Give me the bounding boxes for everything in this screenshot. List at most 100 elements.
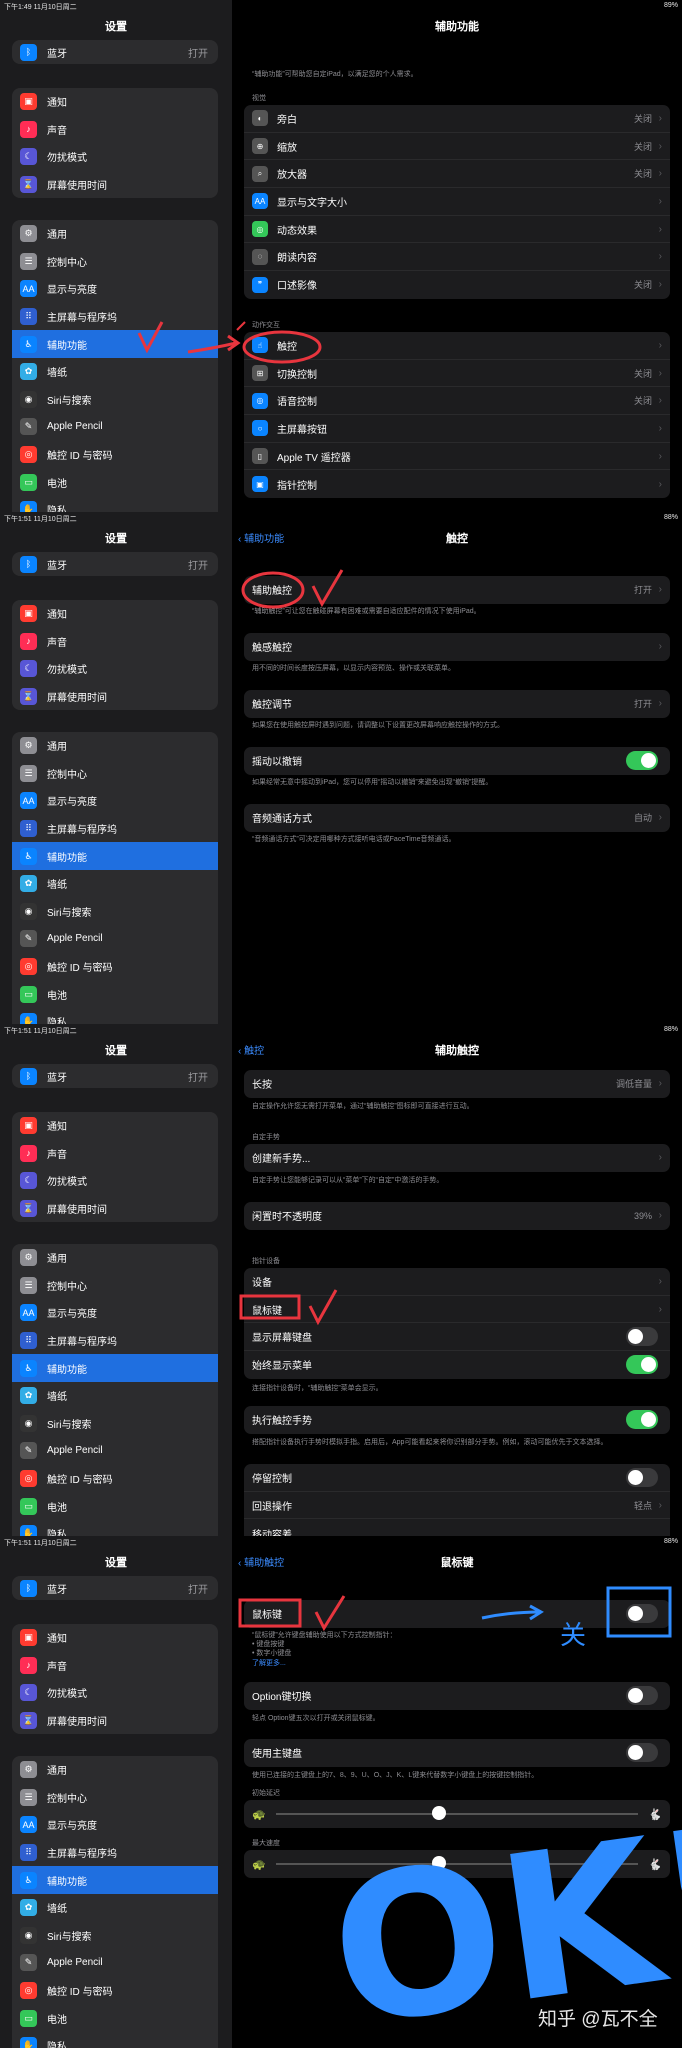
sidebar-item-wallpaper[interactable]: ✿ 墙纸: [12, 358, 218, 386]
dwell-toggle[interactable]: [626, 1468, 658, 1487]
always-show-menu-toggle[interactable]: [626, 1355, 658, 1375]
sidebar-item-bluetooth[interactable]: ᛒ 蓝牙 打开: [12, 1064, 218, 1088]
row-dwell-control[interactable]: 停留控制: [244, 1464, 670, 1492]
row-idle-opacity[interactable]: 闲置时不透明度 39% ›: [244, 1202, 670, 1230]
row-shake-to-undo[interactable]: 摇动以撤销: [244, 747, 670, 775]
row-apple-tv-remote[interactable]: ▯ Apple TV 遥控器 ›: [244, 443, 670, 471]
slider-knob[interactable]: [431, 1806, 446, 1820]
max-speed-slider[interactable]: 🐢 🐇: [244, 1850, 670, 1878]
row-mouse-keys[interactable]: 鼠标键: [244, 1600, 670, 1628]
sidebar-item-siri[interactable]: ◉ Siri与搜索: [12, 1922, 218, 1950]
sidebar-item-notifications[interactable]: ▣ 通知: [12, 1624, 218, 1652]
sidebar-item-privacy[interactable]: ✋ 隐私: [12, 2032, 218, 2048]
sidebar-item-bluetooth[interactable]: ᛒ 蓝牙 打开: [12, 552, 218, 576]
row-audio-description[interactable]: ❞ 口述影像 关闭 ›: [244, 271, 670, 299]
row-call-audio-routing[interactable]: 音频通话方式 自动 ›: [244, 804, 670, 832]
sidebar-item-sounds[interactable]: ♪ 声音: [12, 628, 218, 656]
row-perform-touch-gestures[interactable]: 执行触控手势: [244, 1406, 670, 1434]
mouse-keys-toggle[interactable]: [626, 1604, 658, 1623]
sidebar-item-screen-time[interactable]: ⌛ 屏幕使用时间: [12, 683, 218, 711]
initial-delay-slider[interactable]: 🐢 🐇: [244, 1800, 670, 1828]
sidebar-item-privacy[interactable]: ✋ 隐私: [12, 496, 218, 512]
sidebar-item-sounds[interactable]: ♪ 声音: [12, 1652, 218, 1680]
sidebar-item-home-screen[interactable]: ⠿ 主屏幕与程序坞: [12, 303, 218, 331]
row-voice-control[interactable]: ◎ 语音控制 关闭 ›: [244, 387, 670, 416]
sidebar-item-dnd[interactable]: ☾ 勿扰模式: [12, 655, 218, 683]
sidebar-item-siri[interactable]: ◉ Siri与搜索: [12, 1410, 218, 1438]
row-option-key-toggle[interactable]: Option键切换: [244, 1682, 670, 1710]
sidebar-item-battery[interactable]: ▭ 电池: [12, 980, 218, 1008]
sidebar-item-display[interactable]: AA 显示与亮度: [12, 787, 218, 815]
sidebar-item-wallpaper[interactable]: ✿ 墙纸: [12, 1894, 218, 1922]
sidebar-item-screen-time[interactable]: ⌛ 屏幕使用时间: [12, 171, 218, 199]
row-always-show-menu[interactable]: 始终显示菜单: [244, 1351, 670, 1379]
row-show-onscreen-keyboard[interactable]: 显示屏幕键盘: [244, 1323, 670, 1352]
shake-undo-toggle[interactable]: [626, 751, 658, 770]
sidebar-item-display[interactable]: AA 显示与亮度: [12, 1299, 218, 1327]
row-switch-control[interactable]: ⊞ 切换控制 关闭 ›: [244, 360, 670, 388]
row-touch-accommodations[interactable]: 触控调节 打开 ›: [244, 690, 670, 718]
sidebar-item-dnd[interactable]: ☾ 勿扰模式: [12, 1167, 218, 1195]
sidebar-item-general[interactable]: ⚙ 通用: [12, 220, 218, 248]
row-fallback-action[interactable]: 回退操作 轻点 ›: [244, 1492, 670, 1520]
sidebar-item-battery[interactable]: ▭ 电池: [12, 468, 218, 496]
sidebar-item-pencil[interactable]: ✎ Apple Pencil: [12, 925, 218, 953]
sidebar-item-accessibility[interactable]: ♿ 辅助功能: [12, 1354, 218, 1382]
row-home-button[interactable]: ○ 主屏幕按钮 ›: [244, 415, 670, 443]
sidebar-item-wallpaper[interactable]: ✿ 墙纸: [12, 1382, 218, 1410]
sidebar-item-general[interactable]: ⚙ 通用: [12, 1756, 218, 1784]
row-pointer-control[interactable]: ▣ 指针控制 ›: [244, 470, 670, 498]
sidebar-item-wallpaper[interactable]: ✿ 墙纸: [12, 870, 218, 898]
row-movement-tolerance[interactable]: 移动容差: [244, 1519, 670, 1536]
sidebar-item-accessibility[interactable]: ♿ 辅助功能: [12, 330, 218, 358]
row-touch[interactable]: ☝ 触控 ›: [244, 332, 670, 360]
row-mouse-keys[interactable]: 鼠标键 ›: [244, 1296, 670, 1324]
sidebar-item-notifications[interactable]: ▣ 通知: [12, 600, 218, 628]
row-magnifier[interactable]: ⌕ 放大器 关闭 ›: [244, 160, 670, 189]
sidebar-item-general[interactable]: ⚙ 通用: [12, 732, 218, 760]
sidebar-item-general[interactable]: ⚙ 通用: [12, 1244, 218, 1272]
sidebar-item-control-center[interactable]: ☰ 控制中心: [12, 760, 218, 788]
sidebar-item-control-center[interactable]: ☰ 控制中心: [12, 248, 218, 276]
sidebar-item-dnd[interactable]: ☾ 勿扰模式: [12, 143, 218, 171]
sidebar-item-notifications[interactable]: ▣ 通知: [12, 88, 218, 116]
sidebar-item-privacy[interactable]: ✋ 隐私: [12, 1520, 218, 1536]
sidebar-item-accessibility[interactable]: ♿ 辅助功能: [12, 842, 218, 870]
sidebar-item-home-screen[interactable]: ⠿ 主屏幕与程序坞: [12, 1327, 218, 1355]
sidebar-item-touch-id[interactable]: ◎ 触控 ID 与密码: [12, 441, 218, 469]
option-key-toggle[interactable]: [626, 1686, 658, 1705]
sidebar-item-screen-time[interactable]: ⌛ 屏幕使用时间: [12, 1195, 218, 1223]
slider-knob[interactable]: [431, 1856, 446, 1870]
row-zoom[interactable]: ⊕ 缩放 关闭 ›: [244, 133, 670, 161]
sidebar-item-privacy[interactable]: ✋ 隐私: [12, 1008, 218, 1024]
sidebar-item-sounds[interactable]: ♪ 声音: [12, 116, 218, 144]
row-haptic-touch[interactable]: 触感触控 ›: [244, 633, 670, 661]
row-display-text[interactable]: AA 显示与文字大小 ›: [244, 188, 670, 216]
sidebar-item-screen-time[interactable]: ⌛ 屏幕使用时间: [12, 1707, 218, 1735]
row-long-press[interactable]: 长按 调低音量 ›: [244, 1070, 670, 1098]
sidebar-item-control-center[interactable]: ☰ 控制中心: [12, 1272, 218, 1300]
row-spoken-content[interactable]: ◌ 朗读内容 ›: [244, 243, 670, 272]
sidebar-item-bluetooth[interactable]: ᛒ 蓝牙 打开: [12, 1576, 218, 1600]
perform-gestures-toggle[interactable]: [626, 1410, 658, 1429]
sidebar-item-display[interactable]: AA 显示与亮度: [12, 1811, 218, 1839]
sidebar-item-siri[interactable]: ◉ Siri与搜索: [12, 898, 218, 926]
sidebar-item-touch-id[interactable]: ◎ 触控 ID 与密码: [12, 1977, 218, 2005]
row-devices[interactable]: 设备 ›: [244, 1268, 670, 1296]
row-use-main-keyboard[interactable]: 使用主键盘: [244, 1739, 670, 1767]
sidebar-item-siri[interactable]: ◉ Siri与搜索: [12, 386, 218, 414]
sidebar-item-accessibility[interactable]: ♿ 辅助功能: [12, 1866, 218, 1894]
onscreen-keyboard-toggle[interactable]: [626, 1327, 658, 1347]
sidebar-item-pencil[interactable]: ✎ Apple Pencil: [12, 1949, 218, 1977]
sidebar-item-display[interactable]: AA 显示与亮度: [12, 275, 218, 303]
sidebar-item-home-screen[interactable]: ⠿ 主屏幕与程序坞: [12, 1839, 218, 1867]
sidebar-item-touch-id[interactable]: ◎ 触控 ID 与密码: [12, 1465, 218, 1493]
main-keyboard-toggle[interactable]: [626, 1743, 658, 1762]
row-create-gesture[interactable]: 创建新手势... ›: [244, 1144, 670, 1172]
row-voiceover[interactable]: ◐ 旁白 关闭 ›: [244, 105, 670, 133]
sidebar-item-sounds[interactable]: ♪ 声音: [12, 1140, 218, 1168]
sidebar-item-pencil[interactable]: ✎ Apple Pencil: [12, 413, 218, 441]
sidebar-item-control-center[interactable]: ☰ 控制中心: [12, 1784, 218, 1812]
sidebar-item-touch-id[interactable]: ◎ 触控 ID 与密码: [12, 953, 218, 981]
sidebar-item-notifications[interactable]: ▣ 通知: [12, 1112, 218, 1140]
